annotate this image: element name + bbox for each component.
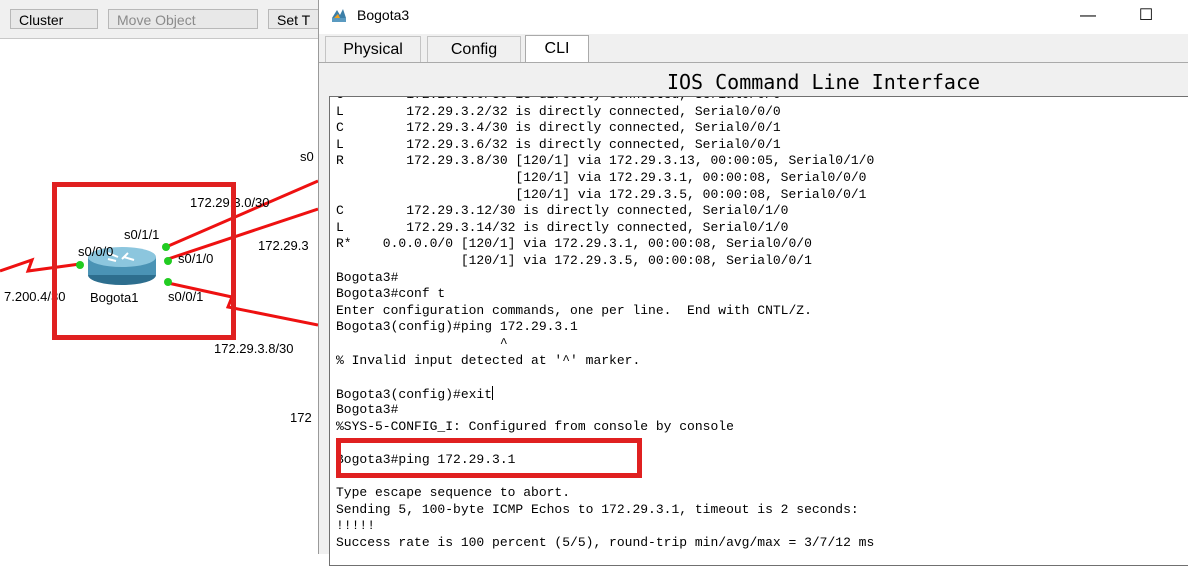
cli-line: [120/1] via 172.29.3.1, 00:00:08, Serial… xyxy=(336,169,867,185)
router-app-icon xyxy=(332,9,346,22)
tab-strip: Physical Config CLI xyxy=(319,34,1188,63)
cli-line: C 172.29.3.12/30 is directly connected, … xyxy=(336,203,789,219)
cli-line: % Invalid input detected at '^' marker. xyxy=(336,352,641,368)
cli-heading: IOS Command Line Interface xyxy=(666,70,981,94)
cli-line: Enter configuration commands, one per li… xyxy=(336,302,812,318)
cli-line: R 172.29.3.8/30 [120/1] via 172.29.3.13,… xyxy=(336,153,875,169)
cli-line: C 172.29.3.0/30 is directly connected, S… xyxy=(336,97,874,104)
cli-line: %SYS-5-CONFIG_I: Configured from console… xyxy=(336,418,734,434)
window-title: Bogota3 xyxy=(357,7,410,23)
cli-line: Bogota3(config)#ping 172.29.3.1 xyxy=(336,319,578,335)
cli-line: C 172.29.3.4/30 is directly connected, S… xyxy=(336,120,781,136)
cli-line: Bogota3(config)#exit xyxy=(336,385,494,402)
cli-line: Bogota3# xyxy=(336,269,399,285)
logical-toolbar: Cluster Move Object Set T xyxy=(0,0,328,39)
tab-config[interactable]: Config xyxy=(427,36,521,62)
cli-line: Success rate is 100 percent (5/5), round… xyxy=(336,535,875,551)
tab-physical[interactable]: Physical xyxy=(325,36,421,62)
router-highlight-box xyxy=(52,182,236,340)
cli-line: R* 0.0.0.0/0 [120/1] via 172.29.3.1, 00:… xyxy=(336,236,812,252)
cli-line: !!!!! xyxy=(336,518,376,534)
cli-line xyxy=(336,369,874,386)
network-label-172-29-3-partial: 172.29.3 xyxy=(258,238,309,253)
cli-line: ^ xyxy=(336,335,508,351)
cli-header: IOS Command Line Interface xyxy=(319,70,1188,94)
cli-line: L 172.29.3.2/32 is directly connected, S… xyxy=(336,103,781,119)
tab-cli[interactable]: CLI xyxy=(525,35,589,62)
network-label-172-29-3-8: 172.29.3.8/30 xyxy=(214,341,294,356)
minimize-button[interactable]: — xyxy=(1068,2,1108,30)
cli-line: L 172.29.3.6/32 is directly connected, S… xyxy=(336,136,781,152)
cli-line: [120/1] via 172.29.3.5, 00:00:08, Serial… xyxy=(336,252,812,268)
cli-line: Bogota3#conf t xyxy=(336,286,446,302)
cli-line: [120/1] via 172.29.3.5, 00:00:08, Serial… xyxy=(336,186,867,202)
cli-line: Sending 5, 100-byte ICMP Echos to 172.29… xyxy=(336,501,859,517)
port-label-s0: s0 xyxy=(300,149,314,164)
cluster-button[interactable]: Cluster xyxy=(10,9,98,29)
cli-line: Bogota3# xyxy=(336,402,399,418)
network-label-172-partial: 172 xyxy=(290,410,312,425)
device-window: Bogota3 — ☐ Physical Config CLI IOS Comm… xyxy=(318,0,1188,566)
move-object-button[interactable]: Move Object xyxy=(108,9,258,29)
cli-output: C 172.29.3.0/30 is directly connected, S… xyxy=(336,97,875,552)
maximize-button[interactable]: ☐ xyxy=(1126,2,1166,30)
cli-terminal[interactable]: C 172.29.3.0/30 is directly connected, S… xyxy=(329,96,1188,566)
text-cursor xyxy=(492,385,494,400)
ping-command-highlight-box xyxy=(336,438,642,478)
window-title-bar[interactable]: Bogota3 — ☐ xyxy=(319,0,1188,34)
cli-line: Type escape sequence to abort. xyxy=(336,485,571,501)
cli-line: L 172.29.3.14/32 is directly connected, … xyxy=(336,219,789,235)
